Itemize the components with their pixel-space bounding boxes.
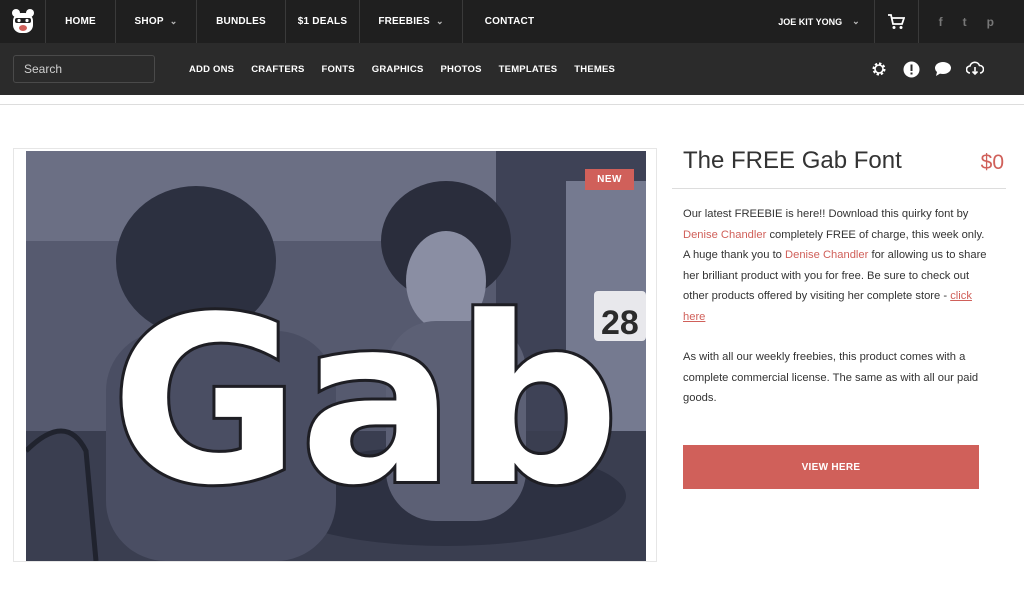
social-links: f t p: [919, 0, 1024, 43]
product-description: Our latest FREEBIE is here!! Download th…: [683, 204, 993, 409]
user-menu[interactable]: JOE KIT YONG ⌄: [778, 0, 875, 43]
category-add-ons[interactable]: ADD ONS: [189, 64, 234, 75]
nav-shop-label: SHOP: [134, 16, 164, 27]
chevron-down-icon: ⌄: [852, 16, 860, 26]
cart-icon: [888, 13, 906, 29]
category-themes[interactable]: THEMES: [574, 64, 615, 75]
product-image-frame: 28 Gab NEW: [13, 148, 657, 562]
gear-icon[interactable]: [870, 60, 888, 78]
nav-contact[interactable]: CONTACT: [463, 0, 556, 43]
author-link[interactable]: Denise Chandler: [785, 249, 868, 261]
product-image[interactable]: 28 Gab NEW: [26, 151, 646, 561]
nav-contact-label: CONTACT: [484, 16, 535, 27]
desc-text: Our latest FREEBIE is here!! Download th…: [683, 208, 969, 220]
nav-freebies[interactable]: FREEBIES ⌄: [360, 0, 463, 43]
category-templates[interactable]: TEMPLATES: [499, 64, 558, 75]
user-name: JOE KIT YONG: [778, 16, 843, 27]
product-title: The FREE Gab Font: [683, 147, 902, 174]
search-input[interactable]: [13, 55, 155, 83]
nav-shop[interactable]: SHOP ⌄: [116, 0, 197, 43]
new-badge: NEW: [585, 169, 634, 190]
nav-freebies-label: FREEBIES: [378, 16, 430, 27]
cloud-download-icon[interactable]: [966, 60, 984, 78]
category-fonts[interactable]: FONTS: [322, 64, 355, 75]
product-price: $0: [980, 151, 1004, 174]
author-link[interactable]: Denise Chandler: [683, 229, 766, 241]
sub-navigation: ADD ONS CRAFTERS FONTS GRAPHICS PHOTOS T…: [0, 43, 1024, 95]
nav-home[interactable]: HOME: [45, 0, 116, 43]
pinterest-icon[interactable]: p: [987, 15, 994, 29]
nav-bundles-label: BUNDLES: [216, 16, 266, 27]
chevron-down-icon: ⌄: [435, 16, 444, 26]
category-graphics[interactable]: GRAPHICS: [372, 64, 424, 75]
chevron-down-icon: ⌄: [169, 16, 178, 26]
nav-bundles[interactable]: BUNDLES: [197, 0, 286, 43]
nav-home-label: HOME: [65, 16, 96, 27]
description-paragraph-2: As with all our weekly freebies, this pr…: [683, 351, 979, 404]
description-paragraph-1: Our latest FREEBIE is here!! Download th…: [683, 204, 993, 327]
facebook-icon[interactable]: f: [939, 15, 943, 29]
alert-icon[interactable]: [902, 60, 920, 78]
category-crafters[interactable]: CRAFTERS: [251, 64, 304, 75]
nav-deals[interactable]: $1 DEALS: [286, 0, 360, 43]
view-here-button[interactable]: VIEW HERE: [683, 445, 979, 489]
gab-lettering: Gab: [111, 269, 620, 536]
cafe-photo-illustration: 28 Gab: [26, 151, 646, 561]
category-photos[interactable]: PHOTOS: [441, 64, 482, 75]
twitter-icon[interactable]: t: [963, 15, 967, 29]
divider: [0, 104, 1024, 105]
category-nav: ADD ONS CRAFTERS FONTS GRAPHICS PHOTOS T…: [189, 64, 615, 75]
chat-icon[interactable]: [934, 60, 952, 78]
nav-deals-label: $1 DEALS: [297, 16, 348, 27]
top-navigation: HOME SHOP ⌄ BUNDLES $1 DEALS FREEBIES ⌄ …: [0, 0, 1024, 43]
cart-button[interactable]: [875, 0, 919, 43]
logo-icon[interactable]: [0, 0, 45, 43]
toolbar-icons: [870, 60, 984, 78]
title-divider: [672, 188, 1006, 189]
